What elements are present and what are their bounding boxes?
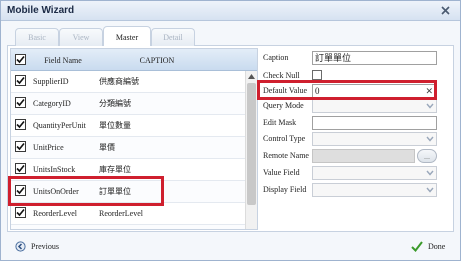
control-type-row: Control Type [261, 132, 451, 148]
caption-input[interactable]: 訂單單位 [312, 51, 437, 65]
table-row[interactable]: UnitsInStock 庫存單位 [11, 159, 245, 181]
table-row[interactable]: UnitPrice 單價 [11, 137, 245, 159]
field-name-cell: CategoryID [33, 99, 71, 108]
caption-cell: 單位數量 [99, 121, 131, 130]
tab-detail[interactable]: Detail [151, 28, 195, 46]
default-value-input[interactable]: 0 ✕ [312, 84, 437, 98]
edit-mask-input[interactable] [312, 116, 437, 130]
row-checkbox[interactable] [15, 163, 26, 174]
edit-mask-label: Edit Mask [263, 118, 297, 127]
done-button[interactable]: Done [411, 239, 445, 253]
default-value-label: Default Value [263, 86, 308, 95]
select-all-checkbox[interactable] [15, 54, 26, 65]
value-field-row: Value Field [261, 166, 451, 182]
query-mode-row: Query Mode [261, 99, 451, 115]
previous-button[interactable]: Previous [15, 239, 59, 253]
check-null-row: Check Null [261, 69, 451, 85]
master-panel: Field Name CAPTION SupplierID 供應商編號 Catego… [7, 46, 454, 232]
column-header-caption[interactable]: CAPTION [97, 49, 217, 71]
field-name-cell: Discontinued [33, 225, 76, 229]
clear-icon[interactable]: ✕ [425, 86, 433, 97]
display-field-select[interactable] [312, 183, 437, 197]
field-name-cell: ReorderLevel [33, 209, 77, 218]
default-value-text: 0 [315, 86, 320, 96]
row-checkbox[interactable] [15, 185, 26, 196]
wizard-footer: Previous Done [1, 233, 460, 260]
field-name-cell: SupplierID [33, 77, 69, 86]
close-icon[interactable] [439, 4, 452, 17]
tab-strip: Basic View Master Detail [7, 26, 454, 47]
tab-basic[interactable]: Basic [15, 28, 59, 46]
remote-name-label: Remote Name [263, 151, 309, 160]
query-mode-select[interactable] [312, 99, 437, 113]
done-label: Done [428, 241, 446, 251]
field-grid: Field Name CAPTION SupplierID 供應商編號 Catego… [10, 48, 258, 230]
mobile-wizard-dialog: Mobile Wizard Basic View Master Detail F… [0, 0, 461, 261]
previous-label: Previous [31, 241, 59, 251]
query-mode-label: Query Mode [263, 101, 304, 110]
grid-rows: SupplierID 供應商編號 CategoryID 分類編號 QuantityPer… [11, 71, 245, 230]
field-properties: Caption 訂單單位 Check Null Default Value 0 … [261, 51, 451, 226]
chevron-down-icon [426, 170, 434, 176]
previous-icon [15, 240, 26, 252]
tab-master[interactable]: Master [103, 26, 151, 47]
column-header-field-name[interactable]: Field Name [29, 49, 97, 71]
table-row[interactable]: SupplierID 供應商編號 [11, 71, 245, 93]
caption-label: Caption [263, 53, 289, 62]
check-null-label: Check Null [263, 71, 300, 80]
dialog-title: Mobile Wizard [7, 5, 75, 16]
chevron-down-icon [426, 103, 434, 109]
display-field-label: Display Field [263, 185, 307, 194]
value-field-select[interactable] [312, 166, 437, 180]
table-row[interactable]: UnitsOnOrder 訂單單位 [11, 181, 245, 203]
table-row[interactable]: CategoryID 分類編號 [11, 93, 245, 115]
tab-view[interactable]: View [59, 28, 103, 46]
caption-cell: ReorderLevel [99, 209, 143, 218]
grid-scrollbar[interactable] [245, 71, 257, 229]
row-checkbox[interactable] [15, 207, 26, 218]
field-name-cell: QuantityPerUnit [33, 121, 86, 130]
grid-header: Field Name CAPTION [11, 49, 257, 71]
chevron-down-icon [426, 187, 434, 193]
remote-name-browse-button[interactable]: ... [417, 149, 437, 163]
field-name-cell: UnitsInStock [33, 165, 76, 174]
caption-cell: Discontinued [99, 225, 142, 229]
scrollbar-thumb[interactable] [247, 83, 256, 205]
field-name-cell: UnitsOnOrder [33, 187, 79, 196]
row-checkbox[interactable] [15, 97, 26, 108]
chevron-down-icon [426, 136, 434, 142]
caption-cell: 訂單單位 [99, 187, 131, 196]
row-checkbox[interactable] [15, 141, 26, 152]
title-bar: Mobile Wizard [1, 1, 460, 21]
remote-name-input[interactable] [312, 149, 415, 163]
checkmark-icon [411, 240, 423, 252]
value-field-label: Value Field [263, 168, 300, 177]
scroll-up-icon[interactable] [246, 71, 257, 82]
remote-name-row: Remote Name ... [261, 149, 451, 165]
control-type-label: Control Type [263, 134, 306, 143]
caption-cell: 單價 [99, 143, 115, 152]
row-checkbox[interactable] [15, 119, 26, 130]
caption-cell: 分類編號 [99, 99, 131, 108]
default-value-row: Default Value 0 ✕ [261, 84, 451, 100]
control-type-select[interactable] [312, 132, 437, 146]
table-row[interactable]: Discontinued Discontinued [11, 225, 245, 230]
check-null-checkbox[interactable] [312, 70, 322, 80]
caption-cell: 庫存單位 [99, 165, 131, 174]
caption-cell: 供應商編號 [99, 77, 139, 86]
row-checkbox[interactable] [15, 75, 26, 86]
field-name-cell: UnitPrice [33, 143, 64, 152]
table-row[interactable]: ReorderLevel ReorderLevel [11, 203, 245, 225]
display-field-row: Display Field [261, 183, 451, 199]
row-checkbox[interactable] [15, 229, 26, 230]
table-row[interactable]: QuantityPerUnit 單位數量 [11, 115, 245, 137]
caption-row: Caption 訂單單位 [261, 51, 451, 67]
edit-mask-row: Edit Mask [261, 116, 451, 132]
